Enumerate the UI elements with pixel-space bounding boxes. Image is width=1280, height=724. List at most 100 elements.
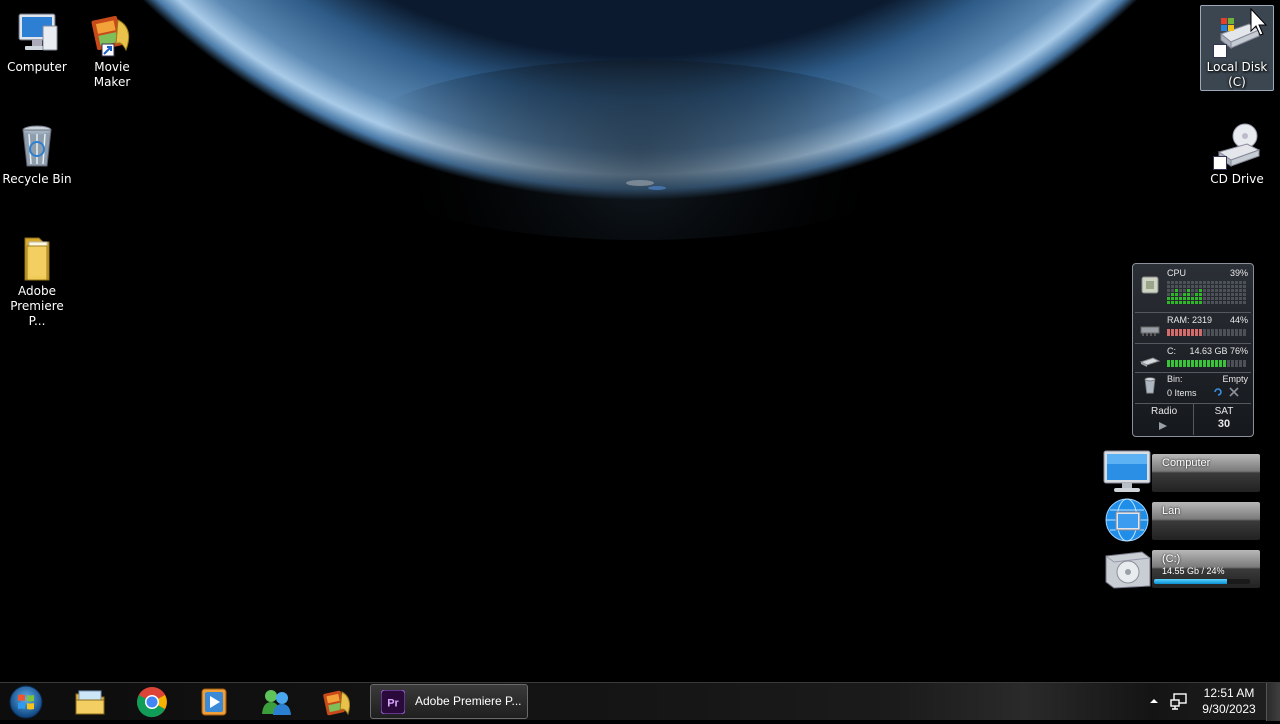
media-player-icon <box>201 688 227 716</box>
cpu-graph-cell <box>1211 285 1214 288</box>
bar-segment <box>1167 360 1170 367</box>
cpu-graph-cell <box>1187 297 1190 300</box>
cpu-graph-cell <box>1175 289 1178 292</box>
cpu-percent: 39% <box>1229 268 1248 278</box>
desktop-wallpaper[interactable] <box>0 0 1280 682</box>
desktop-icon-adobe-premiere-folder[interactable]: Adobe Premiere P... <box>1 234 73 329</box>
cpu-graph-cell <box>1231 285 1234 288</box>
cpu-graph-cell <box>1219 289 1222 292</box>
desktop-icon-movie-maker[interactable]: Movie Maker <box>76 10 148 90</box>
desktop-icon-label: Recycle Bin <box>2 172 72 186</box>
system-clock[interactable]: 12:51 AM 9/30/2023 <box>1196 685 1262 717</box>
cpu-graph-cell <box>1207 301 1210 304</box>
cpu-graph-cell <box>1171 297 1174 300</box>
cpu-graph-cell <box>1235 281 1238 284</box>
cpu-graph-cell <box>1219 285 1222 288</box>
desktop-icon-label: Local Disk (C) <box>1206 60 1268 89</box>
cpu-graph-cell <box>1227 289 1230 292</box>
cpu-graph-cell <box>1243 285 1246 288</box>
cpu-graph-cell <box>1171 285 1174 288</box>
system-monitor-gadget[interactable]: CPU 39% RAM: 2319 44% C: 14.63 GB 76% Bi… <box>1132 263 1254 437</box>
cpu-graph-cell <box>1227 285 1230 288</box>
bar-segment <box>1203 329 1206 336</box>
widget-bar: Lan <box>1152 502 1260 540</box>
cpu-graph-cell <box>1235 297 1238 300</box>
cpu-graph-cell <box>1167 301 1170 304</box>
bar-segment <box>1171 329 1174 336</box>
taskbar-movie-maker[interactable] <box>310 684 366 720</box>
bin-label: Bin: <box>1167 374 1183 384</box>
bar-segment <box>1235 360 1238 367</box>
cpu-graph-cell <box>1187 285 1190 288</box>
cpu-graph-cell <box>1203 297 1206 300</box>
premiere-pro-icon: Pr <box>381 690 405 714</box>
cpu-graph-cell <box>1243 281 1246 284</box>
cpu-graph-cell <box>1187 281 1190 284</box>
cpu-graph-cell <box>1231 297 1234 300</box>
empty-bin-icon[interactable] <box>1229 387 1239 397</box>
play-icon[interactable] <box>1158 421 1168 431</box>
hard-disk-icon <box>1105 551 1151 589</box>
cpu-graph-cell <box>1191 301 1194 304</box>
bin-status: Empty <box>1222 374 1248 384</box>
desktop-icon-recycle-bin[interactable]: Recycle Bin <box>1 122 73 187</box>
desktop-icon-label: Computer <box>7 60 67 74</box>
divider <box>1135 372 1251 373</box>
cpu-graph-cell <box>1239 281 1242 284</box>
cpu-graph-cell <box>1187 301 1190 304</box>
desktop-icon-computer[interactable]: Computer <box>1 10 73 75</box>
bar-segment <box>1207 360 1210 367</box>
cpu-graph-cell <box>1223 293 1226 296</box>
cpu-graph-cell <box>1207 281 1210 284</box>
shortcut-arrow-icon <box>1213 156 1227 170</box>
bar-segment <box>1203 360 1206 367</box>
cpu-graph-cell <box>1219 281 1222 284</box>
taskbar-explorer[interactable] <box>62 684 118 720</box>
bar-segment <box>1219 329 1222 336</box>
cpu-graph-cell <box>1199 293 1202 296</box>
widget-lan[interactable]: Lan <box>1102 498 1260 542</box>
cpu-graph-cell <box>1215 301 1218 304</box>
bar-segment <box>1175 329 1178 336</box>
start-button[interactable] <box>6 684 46 720</box>
cpu-graph-cell <box>1199 301 1202 304</box>
cpu-graph-cell <box>1219 297 1222 300</box>
cpu-graph-cell <box>1231 293 1234 296</box>
cpu-graph-cell <box>1223 289 1226 292</box>
cpu-graph-cell <box>1207 285 1210 288</box>
computer-icon <box>13 10 61 58</box>
disk-value: 14.63 GB 76% <box>1189 346 1248 356</box>
widget-drive-c[interactable]: (C:) 14.55 Gb / 24% <box>1102 546 1260 590</box>
radio-date-section: Radio SAT 30 <box>1133 403 1253 435</box>
cpu-graph-cell <box>1207 289 1210 292</box>
clock-date: 9/30/2023 <box>1202 702 1256 716</box>
disk-section: C: 14.63 GB 76% <box>1133 346 1253 372</box>
widget-computer[interactable]: Computer <box>1102 450 1260 494</box>
taskbar-chrome[interactable] <box>124 684 180 720</box>
disk-label: C: <box>1167 346 1176 356</box>
recycle-bin-icon <box>1144 377 1156 394</box>
cpu-graph-cell <box>1199 297 1202 300</box>
show-hidden-icons-icon[interactable] <box>1148 695 1160 707</box>
cpu-graph-cell <box>1231 289 1234 292</box>
cpu-graph-cell <box>1243 301 1246 304</box>
network-icon[interactable] <box>1170 692 1188 710</box>
cpu-graph-cell <box>1223 285 1226 288</box>
bin-section: Bin: Empty 0 Items <box>1133 374 1253 402</box>
cpu-graph-cell <box>1191 285 1194 288</box>
cpu-graph-cell <box>1219 293 1222 296</box>
taskbar-messenger[interactable] <box>248 684 304 720</box>
taskbar-active-window-premiere[interactable]: Pr Adobe Premiere P... <box>370 684 528 719</box>
bar-segment <box>1223 360 1226 367</box>
day-label: SAT <box>1214 406 1234 417</box>
show-desktop-button[interactable] <box>1266 683 1280 721</box>
desktop-icon-cd-drive[interactable]: CD Drive <box>1201 122 1273 187</box>
cpu-graph-cell <box>1175 297 1178 300</box>
ram-percent: 44% <box>1229 315 1248 325</box>
folder-icon <box>13 234 61 282</box>
cpu-graph-cell <box>1227 281 1230 284</box>
refresh-icon[interactable] <box>1213 387 1223 397</box>
taskbar-media-player[interactable] <box>186 684 242 720</box>
shortcut-arrow-icon <box>1213 44 1227 58</box>
cpu-graph-cell <box>1215 285 1218 288</box>
